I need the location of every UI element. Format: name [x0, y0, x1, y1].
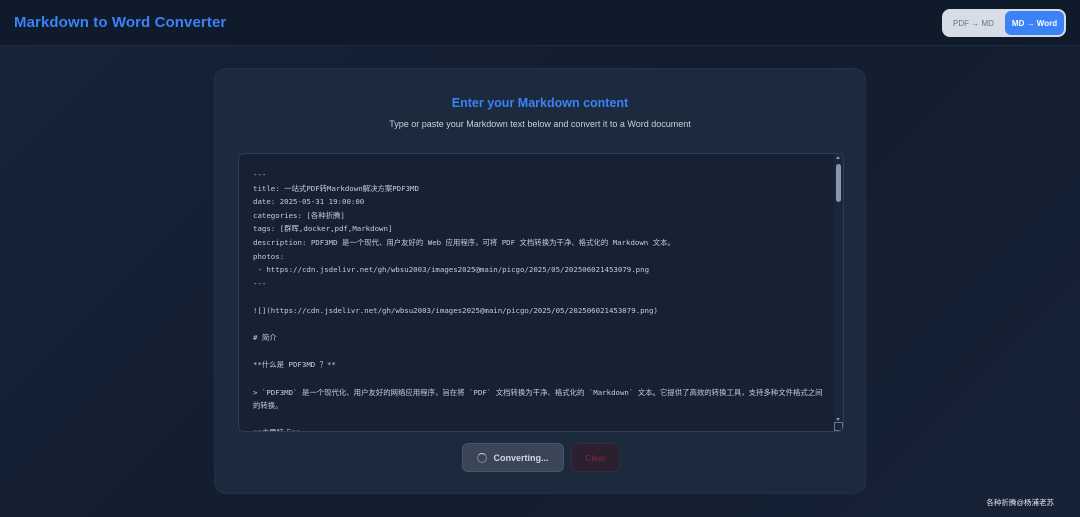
markdown-textarea[interactable]: --- title: 一站式PDF转Markdown解决方案PDF3MD dat…: [238, 153, 844, 432]
card-subtitle: Type or paste your Markdown text below a…: [389, 119, 691, 129]
md-to-word-button[interactable]: MD → Word: [1005, 11, 1064, 35]
footer-credit: 各种折腾@杨浦老苏: [986, 498, 1054, 507]
clear-button[interactable]: Clear: [571, 443, 620, 472]
app-title: Markdown to Word Converter: [14, 14, 227, 31]
resize-handle[interactable]: [834, 422, 843, 431]
card-title: Enter your Markdown content: [451, 96, 629, 110]
pdf-to-md-button[interactable]: PDF → MD: [944, 11, 1003, 35]
editor-scrollbar[interactable]: [834, 154, 843, 431]
scroll-thumb[interactable]: [836, 164, 841, 202]
scroll-down-arrow-icon[interactable]: [836, 418, 840, 421]
app-header: Markdown to Word Converter PDF → MD MD →…: [0, 0, 1080, 46]
scroll-up-arrow-icon[interactable]: [836, 156, 840, 159]
markdown-content: --- title: 一站式PDF转Markdown解决方案PDF3MD dat…: [253, 170, 823, 431]
convert-button-label: Converting...: [493, 452, 549, 463]
mode-toggle: PDF → MD MD → Word: [942, 9, 1066, 37]
converter-card: Enter your Markdown content Type or past…: [214, 68, 866, 494]
spinner-icon: [477, 452, 488, 463]
convert-button[interactable]: Converting...: [462, 443, 564, 472]
